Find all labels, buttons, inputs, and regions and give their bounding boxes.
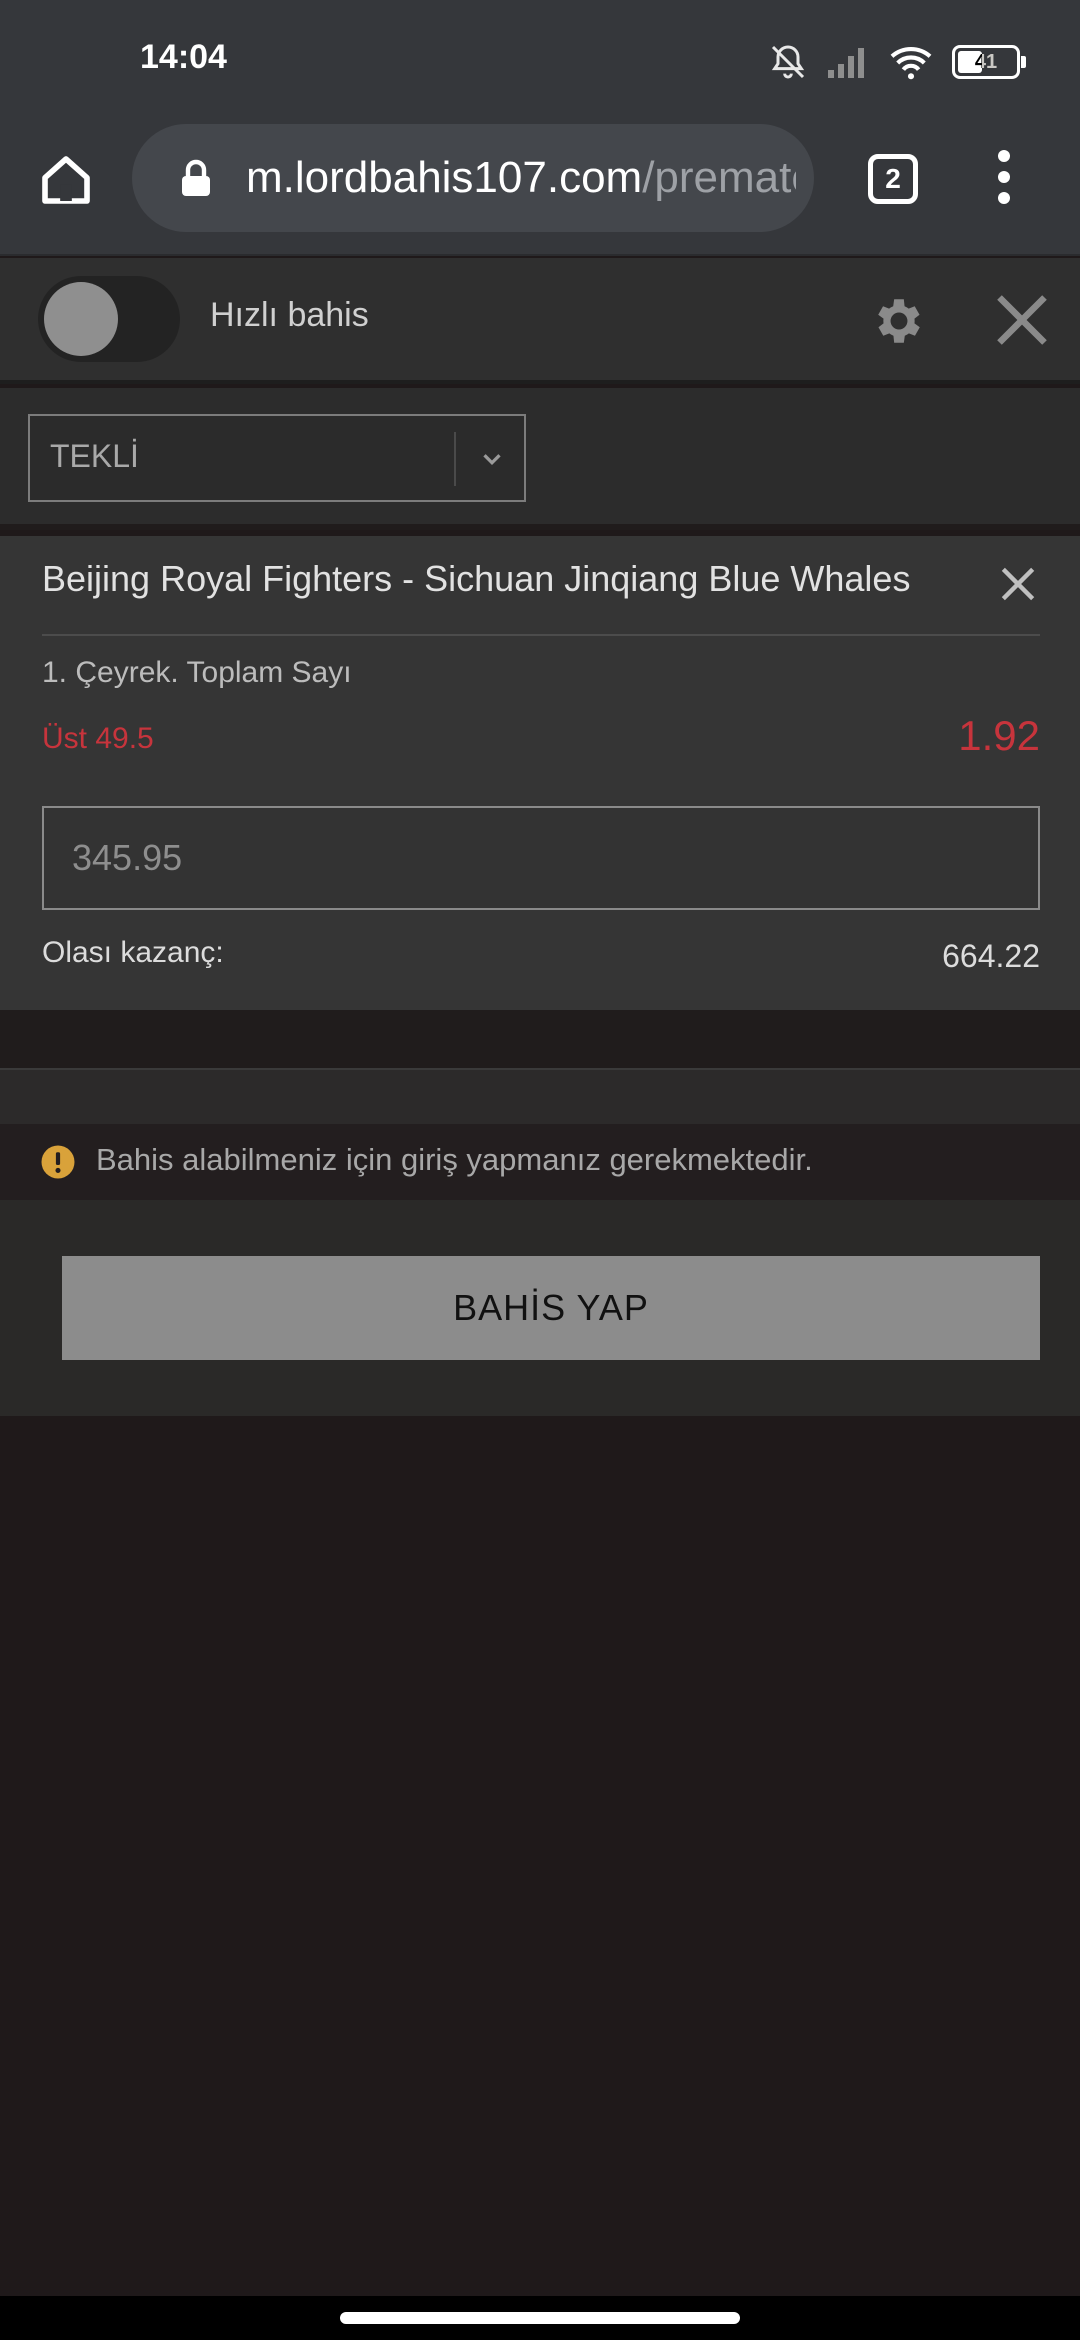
potential-win-value: 664.22: [942, 938, 1040, 974]
chevron-down-icon: [483, 454, 501, 466]
bet-slip-item: Beijing Royal Fighters - Sichuan Jinqian…: [0, 536, 1080, 1010]
quick-bet-label: Hızlı bahis: [210, 296, 369, 334]
warning-text: Bahis alabilmeniz için giriş yapmanız ge…: [96, 1142, 813, 1177]
home-icon[interactable]: [38, 152, 94, 208]
home-indicator[interactable]: [340, 2312, 740, 2324]
signal-icon: [828, 48, 864, 78]
quick-bet-toggle[interactable]: [38, 276, 180, 362]
battery-icon: 41: [952, 45, 1026, 79]
bet-type-select[interactable]: TEKLİ: [28, 414, 526, 502]
lock-icon: [182, 159, 210, 196]
status-bar: 14:04 41: [0, 0, 1080, 124]
more-menu-icon[interactable]: [990, 150, 1018, 210]
spacer-band: [0, 1068, 1080, 1124]
empty-area: [0, 1416, 1080, 2296]
stake-input[interactable]: [42, 806, 1040, 910]
remove-selection-icon[interactable]: [996, 562, 1040, 606]
quick-bet-header: Hızlı bahis: [0, 258, 1080, 384]
odds-value: 1.92: [958, 712, 1040, 759]
close-betslip-icon[interactable]: [992, 290, 1052, 350]
bet-type-row: TEKLİ: [0, 388, 1080, 530]
slip-divider: [42, 634, 1040, 636]
match-title: Beijing Royal Fighters - Sichuan Jinqian…: [42, 558, 911, 599]
toggle-knob: [44, 282, 118, 356]
warning-icon: [41, 1145, 75, 1179]
url-text[interactable]: m.lordbahis107.com/prematch: [246, 152, 796, 204]
spacer: [0, 1010, 1080, 1068]
potential-win-label: Olası kazanç:: [42, 936, 224, 969]
market-name: 1. Çeyrek. Toplam Sayı: [42, 656, 352, 689]
bell-off-icon: [771, 45, 805, 79]
select-divider: [454, 432, 456, 486]
battery-level: 41: [974, 51, 998, 73]
login-warning: Bahis alabilmeniz için giriş yapmanız ge…: [0, 1124, 1080, 1200]
wifi-icon: [890, 46, 932, 80]
url-bar[interactable]: m.lordbahis107.com/prematch: [132, 124, 814, 232]
bet-type-value: TEKLİ: [50, 438, 139, 474]
selection-name: Üst 49.5: [42, 722, 154, 755]
status-time: 14:04: [140, 38, 227, 76]
status-icons: 41: [768, 40, 1026, 84]
place-bet-area: BAHİS YAP: [0, 1200, 1080, 1416]
url-host: m.lordbahis107.com: [246, 153, 643, 202]
tab-switcher-button[interactable]: 2: [868, 154, 918, 204]
gear-icon[interactable]: [870, 292, 928, 350]
place-bet-button[interactable]: BAHİS YAP: [62, 1256, 1040, 1360]
browser-toolbar: m.lordbahis107.com/prematch 2: [0, 124, 1080, 256]
url-path: /prematch: [642, 153, 796, 202]
